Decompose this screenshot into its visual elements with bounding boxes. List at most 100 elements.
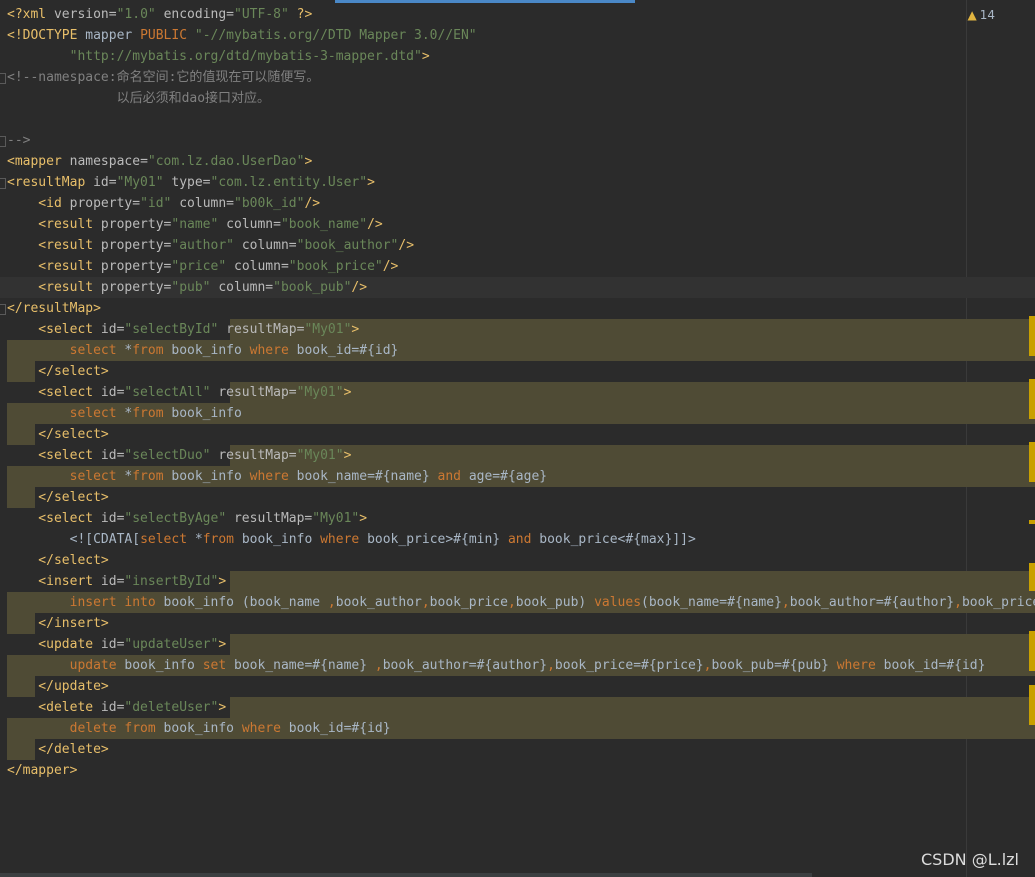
code-line[interactable]: select *from book_info (0, 403, 1035, 424)
code-line[interactable]: </select> (0, 550, 1035, 571)
token-kw: from (124, 721, 164, 736)
code-line[interactable]: <select id="selectAll" resultMap="My01"> (0, 382, 1035, 403)
token-tag: <select (7, 385, 101, 400)
code-line[interactable]: <id property="id" column="b00k_id"/> (0, 193, 1035, 214)
code-text: <delete id="deleteUser"> (7, 697, 226, 718)
token-tag: > (359, 511, 368, 526)
code-line[interactable]: select *from book_info where book_id=#{i… (0, 340, 1035, 361)
code-line[interactable]: </select> (0, 487, 1035, 508)
code-text: <id property="id" column="b00k_id"/> (7, 193, 320, 214)
code-line[interactable]: <!DOCTYPE mapper PUBLIC "-//mybatis.org/… (0, 25, 1035, 46)
code-line[interactable]: --> (0, 130, 1035, 151)
token-tag: <?xml (7, 7, 54, 22)
error-stripe-mark[interactable] (1029, 442, 1035, 482)
token-tag: > (218, 637, 227, 652)
token-val: "My01" (304, 322, 352, 337)
token-tag: </select> (7, 364, 109, 379)
watermark: CSDN @L.lzl (921, 850, 1019, 869)
code-line[interactable]: <delete id="deleteUser"> (0, 697, 1035, 718)
fold-marker-icon[interactable] (0, 73, 6, 84)
error-stripe-mark[interactable] (1029, 563, 1035, 591)
code-line[interactable]: <result property="author" column="book_a… (0, 235, 1035, 256)
token-tag: <mapper (7, 154, 70, 169)
error-stripe-mark[interactable] (1029, 316, 1035, 356)
code-text: <result property="pub" column="book_pub"… (7, 277, 367, 298)
token-tag: <select (7, 511, 101, 526)
token-attr: property= (100, 238, 172, 253)
token-val: "insertById" (124, 574, 219, 589)
token-attr: resultMap= (218, 385, 297, 400)
code-line[interactable]: </mapper> (0, 760, 1035, 781)
code-line[interactable]: </select> (0, 361, 1035, 382)
code-line[interactable]: <result property="price" column="book_pr… (0, 256, 1035, 277)
token-kw: select (7, 406, 125, 421)
token-tag: <delete (7, 700, 101, 715)
fold-marker-icon[interactable] (0, 304, 6, 315)
error-stripe-mark[interactable] (1029, 685, 1035, 725)
token-val: "com.lz.entity.User" (210, 175, 368, 190)
token-kw: PUBLIC (140, 28, 195, 43)
code-line[interactable]: <select id="selectById" resultMap="My01"… (0, 319, 1035, 340)
token-tag: <select (7, 448, 101, 463)
code-line[interactable]: <mapper namespace="com.lz.dao.UserDao"> (0, 151, 1035, 172)
token-kw: delete (7, 721, 125, 736)
code-text: </select> (7, 550, 108, 571)
inspection-widget[interactable]: ▲ 14 (967, 8, 995, 22)
error-stripe-mark[interactable] (1029, 379, 1035, 419)
fold-marker-icon[interactable] (0, 178, 6, 189)
code-text: update book_info set book_name=#{name} ,… (7, 655, 986, 676)
code-text: <mapper namespace="com.lz.dao.UserDao"> (7, 151, 312, 172)
error-stripe-mark[interactable] (1029, 520, 1035, 524)
code-line[interactable]: <select id="selectByAge" resultMap="My01… (0, 508, 1035, 529)
code-line[interactable]: </delete> (0, 739, 1035, 760)
code-line[interactable]: <result property="name" column="book_nam… (0, 214, 1035, 235)
horizontal-scrollbar[interactable] (0, 873, 812, 877)
token-attr: id= (100, 322, 125, 337)
code-text: <select id="selectById" resultMap="My01"… (7, 319, 359, 340)
code-line[interactable]: <!--namespace:命名空间:它的值现在可以随便写。 (0, 67, 1035, 88)
code-line[interactable]: delete from book_info where book_id=#{id… (0, 718, 1035, 739)
code-line[interactable]: <insert id="insertById"> (0, 571, 1035, 592)
code-line[interactable]: <select id="selectDuo" resultMap="My01"> (0, 445, 1035, 466)
code-line[interactable]: <resultMap id="My01" type="com.lz.entity… (0, 172, 1035, 193)
token-tag: <result (7, 259, 101, 274)
token-val: "-//mybatis.org//DTD Mapper 3.0//EN" (194, 28, 477, 43)
code-line[interactable] (0, 109, 1035, 130)
error-stripe-mark[interactable] (1029, 631, 1035, 671)
code-line[interactable]: 以后必须和dao接口对应。 (0, 88, 1035, 109)
token-tag: /> (382, 259, 399, 274)
code-line[interactable]: select *from book_info where book_name=#… (0, 466, 1035, 487)
code-text: <result property="name" column="book_nam… (7, 214, 382, 235)
code-line[interactable]: update book_info set book_name=#{name} ,… (0, 655, 1035, 676)
token-val: "id" (140, 196, 180, 211)
token-kw: , (547, 658, 555, 673)
fold-marker-icon[interactable] (0, 136, 6, 147)
token-tag: > (367, 175, 375, 190)
token-plain: (book_name=#{name} (641, 595, 782, 610)
token-attr: property= (69, 196, 141, 211)
token-attr: column= (218, 280, 274, 295)
code-line[interactable]: insert into book_info (book_name ,book_a… (0, 592, 1035, 613)
token-attr: version= (53, 7, 117, 22)
code-line[interactable]: <![CDATA[select *from book_info where bo… (0, 529, 1035, 550)
token-plain: book_info (163, 721, 242, 736)
code-text: --> (7, 130, 30, 151)
token-val: "updateUser" (124, 637, 219, 652)
token-kw: , (507, 595, 516, 610)
token-attr: resultMap= (233, 511, 313, 526)
token-plain: <![CDATA[ (7, 532, 141, 547)
code-line[interactable]: <result property="pub" column="book_pub"… (0, 277, 1035, 298)
code-line[interactable]: </update> (0, 676, 1035, 697)
token-tag: </mapper> (7, 763, 78, 778)
token-attr: id= (100, 385, 125, 400)
code-line[interactable]: <update id="updateUser"> (0, 634, 1035, 655)
token-plain: book_id=#{id} (883, 658, 986, 673)
code-text: <insert id="insertById"> (7, 571, 226, 592)
code-line[interactable]: <?xml version="1.0" encoding="UTF-8" ?> (0, 4, 1035, 25)
code-line[interactable]: </select> (0, 424, 1035, 445)
code-line[interactable]: </resultMap> (0, 298, 1035, 319)
code-line[interactable]: </insert> (0, 613, 1035, 634)
token-val: "My01" (296, 448, 344, 463)
code-line[interactable]: "http://mybatis.org/dtd/mybatis-3-mapper… (0, 46, 1035, 67)
code-editor[interactable]: <?xml version="1.0" encoding="UTF-8" ?> <… (0, 0, 1035, 877)
